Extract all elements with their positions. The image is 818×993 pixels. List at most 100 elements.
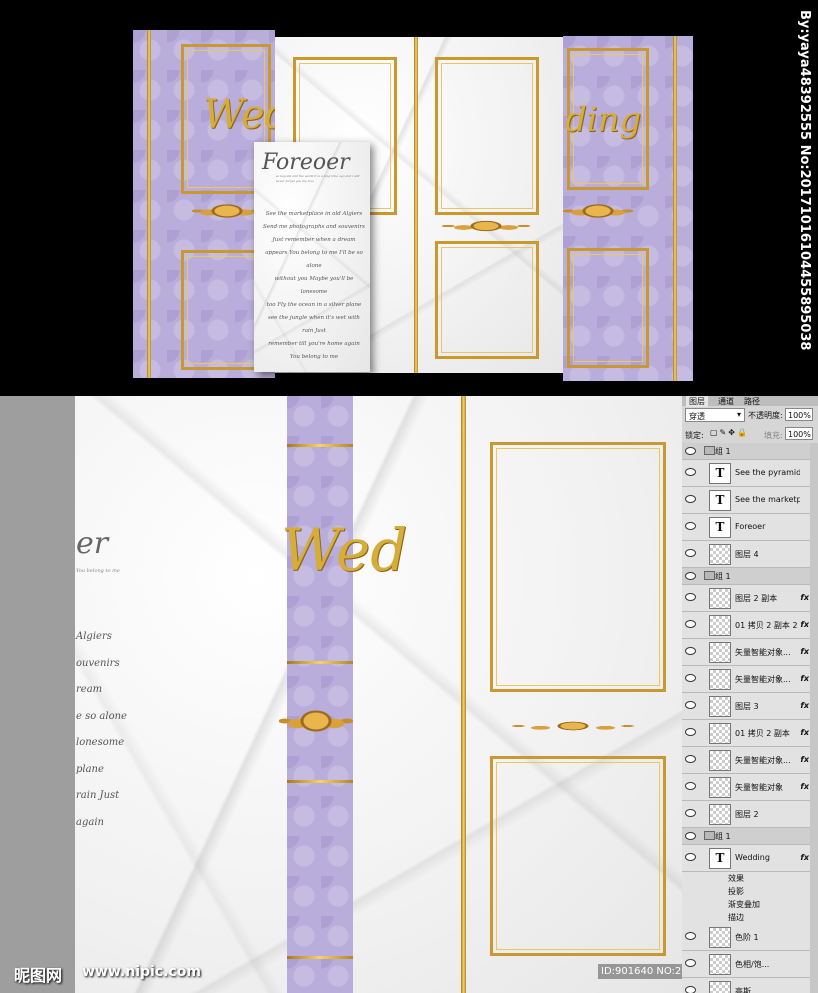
visibility-eye-icon[interactable] [685,782,696,790]
fx-icon[interactable]: fx [800,853,809,862]
layer-thumbnail [709,954,731,975]
layer-name: 图层 3 [735,702,759,711]
poem-line: remember till you're home again [268,341,360,347]
canvas-card-lines: Algiers ouvenirs ream e so alone lonesome pla… [76,624,136,836]
layer-row[interactable]: 图层 3 fx [682,693,818,720]
visibility-eye-icon[interactable] [685,468,696,476]
visibility-eye-icon[interactable] [685,809,696,817]
opacity-label: 不透明度: [748,411,783,420]
layer-thumbnail [709,804,731,825]
visibility-eye-icon[interactable] [685,674,696,682]
canvas-poem-line: again [76,816,104,828]
visibility-eye-icon[interactable] [685,522,696,530]
poem-line: Just remember when a dream [272,237,356,243]
layer-group-row[interactable]: 组 1 [682,568,818,585]
layer-row[interactable]: 图层 2 [682,801,818,828]
text-layer-row[interactable]: T See the marketpla... [682,487,818,514]
fx-icon[interactable]: fx [800,620,809,629]
fx-icon[interactable]: fx [800,593,809,602]
visibility-eye-icon[interactable] [685,832,696,840]
gold-ornament [279,696,353,746]
text-layer-icon: T [709,463,731,484]
visibility-eye-icon[interactable] [685,986,696,993]
fx-icon[interactable]: fx [800,782,809,791]
fx-icon[interactable]: fx [800,728,809,737]
opacity-value: 100% [788,411,811,420]
poem-line: See the marketplace in old Algiers [265,211,363,217]
canvas-lavender-strip: Wed [279,396,407,993]
invitation-card: Foreoer so beyond and the world it is a … [254,142,370,372]
tab-paths[interactable]: 路径 [744,396,760,407]
text-layer-icon: T [709,848,731,869]
visibility-eye-icon[interactable] [685,959,696,967]
adjustment-layer-row[interactable]: 色阶 1 [682,924,818,951]
layer-row[interactable]: 矢量智能对象 fx [682,774,818,801]
layer-name: 矢量智能对象 [735,783,783,792]
fx-icon[interactable]: fx [800,647,809,656]
text-layer-row[interactable]: T See the pyramids ... [682,460,818,487]
text-layer-row[interactable]: T Foreoer [682,514,818,541]
layer-name: See the pyramids ... [735,468,800,477]
layer-row[interactable]: 01 拷贝 2 副本 2 fx [682,612,818,639]
canvas-poem-line: e so alone [76,710,127,722]
layer-name: 01 拷贝 2 副本 [735,729,790,738]
visibility-eye-icon[interactable] [685,572,696,580]
layer-row[interactable]: 图层 4 [682,541,818,568]
poem-line: Send me photographs and souvenirs [263,224,365,230]
layer-effect-row[interactable]: 效果 [682,872,818,885]
visibility-eye-icon[interactable] [685,620,696,628]
layer-effect-row[interactable]: 投影 [682,885,818,898]
visibility-eye-icon[interactable] [685,549,696,557]
layer-name: 色阶 1 [735,933,759,942]
layer-row[interactable]: 矢量智能对象... fx [682,747,818,774]
blend-mode-select[interactable]: 穿透 ▾ [685,408,745,422]
photo-frame [435,241,539,359]
layer-effect-row[interactable]: 描边 [682,911,818,924]
preview-area: Wed ding Foreoer so beyond and the world… [0,0,818,396]
fx-icon[interactable]: fx [800,701,809,710]
tab-layers[interactable]: 图层 [686,396,708,407]
lock-icons[interactable]: ▢✎✥🔒 [710,428,749,437]
poem-line: too Fly the ocean in a silver plane [266,302,362,308]
gold-ornament [192,196,262,226]
poem-line: see the jungle when it's wet with rain J… [268,315,360,334]
gold-stripe [673,36,677,381]
visibility-eye-icon[interactable] [685,593,696,601]
layer-thumbnail [709,642,731,663]
layer-thumbnail [709,723,731,744]
visibility-eye-icon[interactable] [685,932,696,940]
chevron-down-icon: ▾ [736,410,741,419]
canvas-area[interactable]: er You belong to me Algiers ouvenirs ream e… [0,396,806,993]
fx-icon[interactable]: fx [800,674,809,683]
layer-name: 高斯... [735,987,759,993]
layer-list: 组 1 T See the pyramids ... T See the marketp… [682,443,818,993]
fill-label: 填充: [764,431,783,440]
visibility-eye-icon[interactable] [685,853,696,861]
effect-name: 投影 [728,887,744,896]
adjustment-layer-row[interactable]: 高斯... [682,978,818,993]
fx-icon[interactable]: fx [800,755,809,764]
fill-input[interactable]: 100% [785,427,813,440]
layer-name: 01 拷贝 2 副本 2 [735,621,798,630]
layer-row[interactable]: 矢量智能对象... fx [682,666,818,693]
canvas-poem-line: rain Just [76,790,120,801]
visibility-eye-icon[interactable] [685,701,696,709]
visibility-eye-icon[interactable] [685,755,696,763]
layer-row[interactable]: 01 拷贝 2 副本 fx [682,720,818,747]
adjustment-layer-row[interactable]: 色相/饱... [682,951,818,978]
visibility-eye-icon[interactable] [685,447,696,455]
layer-row[interactable]: 图层 2 副本 fx [682,585,818,612]
layer-group-row[interactable]: 组 1 [682,828,818,845]
tab-channels[interactable]: 通道 [718,396,734,407]
gold-rule [287,661,353,664]
layer-name: 矢量智能对象... [735,675,791,684]
layer-effect-row[interactable]: 渐变叠加 [682,898,818,911]
panel-scrollbar[interactable] [810,443,818,993]
visibility-eye-icon[interactable] [685,495,696,503]
visibility-eye-icon[interactable] [685,647,696,655]
layer-group-row[interactable]: 组 1 [682,443,818,460]
visibility-eye-icon[interactable] [685,728,696,736]
text-layer-row[interactable]: T Wedding fx [682,845,818,872]
layer-row[interactable]: 矢量智能对象... fx [682,639,818,666]
opacity-input[interactable]: 100% [785,408,813,421]
